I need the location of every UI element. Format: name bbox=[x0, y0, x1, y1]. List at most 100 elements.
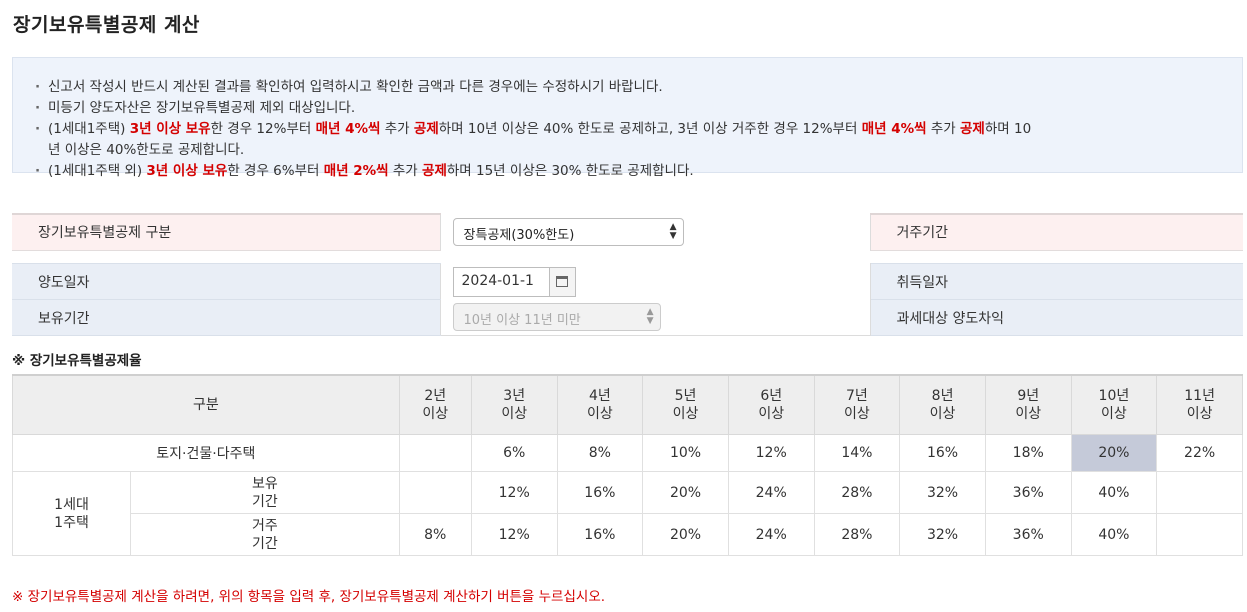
calendar-button[interactable] bbox=[548, 266, 576, 297]
rates-header-col: 5년이상 bbox=[642, 374, 729, 435]
taxable-gain-label: 과세대상 양도차익 bbox=[870, 299, 1243, 336]
rates-header-suffix: 이상 bbox=[1186, 406, 1213, 422]
transfer-date-input[interactable]: 2024-01-1 bbox=[452, 266, 549, 297]
rate-cell: 8% bbox=[398, 513, 472, 556]
rate-cell: 32% bbox=[899, 471, 986, 514]
rates-header-years: 2년 bbox=[424, 388, 447, 404]
rates-header-years: 5년 bbox=[674, 388, 697, 404]
rate-cell: 22% bbox=[1156, 434, 1243, 472]
group-label-line1: 1세대 bbox=[54, 496, 89, 513]
group-label-1house: 1세대 1주택 bbox=[12, 471, 131, 556]
row-label-residence-line1: 거주 bbox=[251, 517, 278, 534]
notice-text: 하며 10년 이상은 40% 한도로 공제하고, 3년 이상 거주한 경우 12… bbox=[438, 121, 862, 137]
notice-text: 추가 bbox=[380, 121, 414, 137]
notice-text: 추가 bbox=[388, 163, 423, 179]
notice-text: 하며 15년 이상은 30% 한도로 공제합니다. bbox=[446, 163, 694, 179]
notice-text: 추가 bbox=[926, 121, 961, 137]
notice-highlight: 3년 이상 보유 bbox=[129, 121, 211, 137]
rate-cell: 20% bbox=[642, 513, 729, 556]
notice-box: 신고서 작성시 반드시 계산된 결과를 확인하여 입력하시고 확인한 금액과 다… bbox=[12, 57, 1243, 182]
rates-header-suffix: 이상 bbox=[929, 406, 956, 422]
holding-period-label: 보유기간 bbox=[12, 299, 440, 336]
rate-cell bbox=[398, 434, 472, 472]
rates-header-category: 구분 bbox=[12, 374, 400, 435]
rates-section-title: ※ 장기보유특별공제율 bbox=[12, 353, 142, 369]
rate-cell: 40% bbox=[1070, 513, 1158, 556]
calendar-icon bbox=[556, 275, 568, 287]
rates-header-col: 8년이상 bbox=[899, 374, 986, 435]
notice-item: (1세대1주택 외) 3년 이상 보유한 경우 6%부터 매년 2%씩 추가 공… bbox=[35, 161, 1035, 182]
rate-cell: 40% bbox=[1070, 471, 1158, 514]
select-arrows-icon: ▲ ▼ bbox=[669, 222, 677, 241]
row-label-land: 토지·건물·다주택 bbox=[12, 434, 400, 472]
rate-cell: 12% bbox=[470, 513, 558, 556]
rate-cell: 28% bbox=[813, 471, 901, 514]
notice-highlight: 매년 2%씩 bbox=[323, 163, 389, 179]
notice-item: 미등기 양도자산은 장기보유특별공제 제외 대상입니다. bbox=[35, 98, 1035, 119]
rates-header-years: 6년 bbox=[760, 388, 783, 404]
rates-header-suffix: 이상 bbox=[672, 406, 699, 422]
table-row: 1세대 1주택 보유 기간 12% 16% 20% 24% 28% 32% 36% 40% bbox=[12, 471, 1243, 556]
row-label-holding-line2: 기간 bbox=[251, 493, 278, 510]
row-label-holding: 보유 기간 bbox=[130, 471, 400, 514]
notice-highlight: 공제 bbox=[422, 163, 447, 179]
notice-highlight: 공제 bbox=[960, 121, 985, 137]
rate-cell: 12% bbox=[727, 434, 815, 472]
group-label-line2: 1주택 bbox=[54, 514, 89, 531]
transfer-date-cell: 2024-01-1 bbox=[439, 263, 871, 300]
holding-period-value: 10년 이상 11년 미만 bbox=[463, 313, 581, 329]
transfer-date-label: 양도일자 bbox=[12, 263, 440, 300]
notice-text: 신고서 작성시 반드시 계산된 결과를 확인하여 입력하시고 확인한 금액과 다… bbox=[48, 79, 663, 95]
rates-header-years: 11년 bbox=[1184, 388, 1215, 404]
rates-header-suffix: 이상 bbox=[1101, 406, 1127, 422]
date-table: 양도일자 2024-01-1 취득일자 보유기간 10년 이상 11년 미만 ▲… bbox=[12, 263, 1243, 336]
category-select[interactable]: 장특공제(30%한도) ▲ ▼ bbox=[452, 218, 684, 246]
rate-cell: 8% bbox=[556, 434, 644, 472]
rate-cell: 32% bbox=[899, 513, 986, 556]
rates-header-years: 8년 bbox=[931, 388, 954, 404]
rates-header-col: 2년이상 bbox=[398, 374, 472, 435]
holding-period-select: 10년 이상 11년 미만 ▲ ▼ bbox=[452, 303, 661, 332]
rates-header-years: 9년 bbox=[1017, 388, 1040, 404]
notice-text: 한 경우 6%부터 bbox=[227, 163, 324, 179]
rates-header-years: 3년 bbox=[503, 388, 526, 404]
rates-header-years: 4년 bbox=[588, 388, 611, 404]
rate-cell: 16% bbox=[556, 513, 644, 556]
rate-cell: 18% bbox=[984, 434, 1072, 472]
row-label-residence-line2: 기간 bbox=[251, 535, 278, 552]
category-table: 장기보유특별공제 구분 장특공제(30%한도) ▲ ▼ 거주기간 bbox=[12, 213, 1243, 251]
rate-cell: 24% bbox=[727, 513, 815, 556]
rate-cell: 20% bbox=[1070, 434, 1158, 472]
rate-cell: 16% bbox=[899, 434, 986, 472]
rate-cell: 10% bbox=[642, 434, 729, 472]
select-arrows-icon: ▲ ▼ bbox=[646, 307, 654, 327]
bottom-note: ※ 장기보유특별공제 계산을 하려면, 위의 항목을 입력 후, 장기보유특별공… bbox=[12, 589, 606, 605]
rates-header-suffix: 이상 bbox=[422, 406, 449, 422]
rates-header-years: 10년 bbox=[1098, 388, 1130, 404]
category-select-value: 장특공제(30%한도) bbox=[463, 228, 575, 243]
rate-cell bbox=[398, 471, 472, 514]
rate-cell: 36% bbox=[984, 513, 1072, 556]
category-cell: 장특공제(30%한도) ▲ ▼ bbox=[439, 214, 871, 250]
notice-text: 한 경우 12%부터 bbox=[210, 121, 316, 137]
notice-highlight: 매년 4%씩 bbox=[315, 121, 381, 137]
notice-highlight: 매년 4%씩 bbox=[861, 121, 927, 137]
rate-cell: 28% bbox=[813, 513, 901, 556]
notice-item: (1세대1주택) 3년 이상 보유한 경우 12%부터 매년 4%씩 추가 공제… bbox=[35, 119, 1035, 161]
row-label-residence: 거주 기간 bbox=[130, 513, 400, 556]
holding-period-cell: 10년 이상 11년 미만 ▲ ▼ bbox=[439, 299, 871, 336]
rates-header-col: 9년 이상 bbox=[984, 374, 1072, 435]
rates-header-col: 11년이상 bbox=[1156, 374, 1243, 435]
rates-header-col: 6년 이상 bbox=[727, 374, 815, 435]
rate-cell bbox=[1156, 513, 1243, 556]
rates-header-suffix: 이상 bbox=[586, 406, 613, 422]
rates-header-col: 3년 이상 bbox=[470, 374, 558, 435]
notice-item: 신고서 작성시 반드시 계산된 결과를 확인하여 입력하시고 확인한 금액과 다… bbox=[35, 77, 1035, 98]
notice-text: (1세대1주택) bbox=[48, 121, 130, 137]
notice-highlight: 공제 bbox=[413, 121, 439, 137]
rates-header-col: 7년 이상 bbox=[813, 374, 901, 435]
rates-header-suffix: 이상 bbox=[844, 406, 870, 422]
table-row: 토지·건물·다주택 6% 8% 10% 12% 14% 16% 18% 20% 22% bbox=[12, 434, 1243, 472]
notice-text: (1세대1주택 외) bbox=[48, 163, 147, 179]
rate-cell: 12% bbox=[470, 471, 558, 514]
